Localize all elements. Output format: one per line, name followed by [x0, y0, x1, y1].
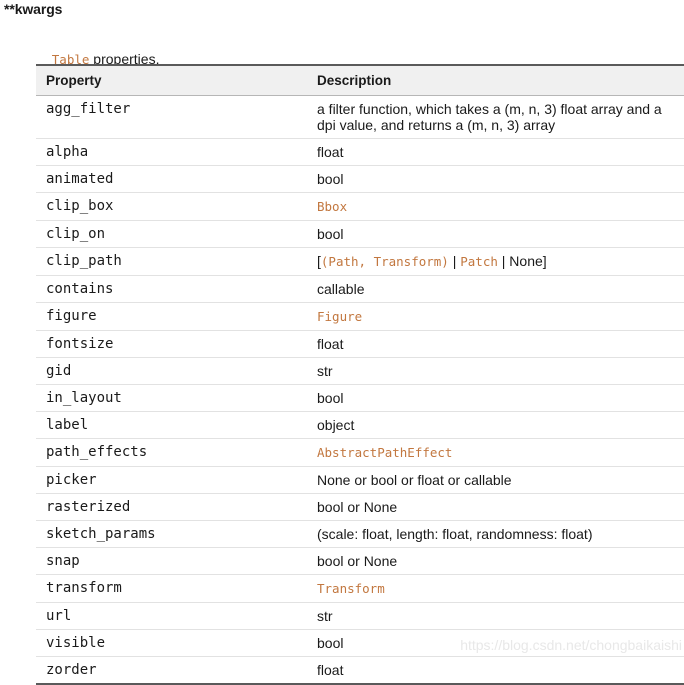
property-name[interactable]: clip_box: [36, 192, 307, 221]
table-row: clip_box Bbox: [36, 192, 684, 221]
table-body: agg_filter a filter function, which takes…: [36, 95, 684, 685]
table-header-row: Property Description: [36, 64, 684, 96]
type-link[interactable]: AbstractPathEffect: [317, 445, 452, 460]
type-link[interactable]: Figure: [317, 309, 362, 324]
table-row: in_layout bool: [36, 384, 684, 412]
table-row: snap bool or None: [36, 547, 684, 575]
property-description: bool or None: [307, 547, 684, 575]
property-description: Transform: [307, 574, 684, 603]
property-name[interactable]: transform: [36, 574, 307, 603]
property-description: float: [307, 138, 684, 166]
table-row: gid str: [36, 357, 684, 385]
property-name[interactable]: clip_on: [36, 220, 307, 248]
type-link[interactable]: (Path, Transform): [321, 254, 449, 269]
description-text: |: [448, 253, 461, 269]
property-description: str: [307, 602, 684, 630]
description-text: str: [317, 608, 333, 624]
property-description: str: [307, 357, 684, 385]
description-text: float: [317, 336, 344, 352]
property-description: float: [307, 330, 684, 358]
property-description: bool: [307, 165, 684, 193]
property-name[interactable]: snap: [36, 547, 307, 575]
table-row: alpha float: [36, 138, 684, 166]
property-description: bool: [307, 220, 684, 248]
description-text: object: [317, 417, 355, 433]
property-name[interactable]: clip_path: [36, 247, 307, 276]
kwargs-heading: **kwargs: [4, 1, 63, 17]
table-row: animated bool: [36, 165, 684, 193]
property-description: None or bool or float or callable: [307, 466, 684, 494]
property-description: callable: [307, 275, 684, 303]
property-name[interactable]: agg_filter: [36, 95, 307, 139]
table-row: clip_path [(Path, Transform) | Patch | No…: [36, 247, 684, 276]
column-header-description: Description: [307, 64, 684, 96]
property-name[interactable]: rasterized: [36, 493, 307, 521]
description-text: bool: [317, 635, 344, 651]
description-text: float: [317, 144, 344, 160]
property-description: bool: [307, 629, 684, 657]
table-row: agg_filter a filter function, which takes…: [36, 95, 684, 139]
description-text: (scale: float, length: float, randomness…: [317, 526, 593, 542]
property-name[interactable]: visible: [36, 629, 307, 657]
table-row: fontsize float: [36, 330, 684, 358]
property-name[interactable]: path_effects: [36, 438, 307, 467]
property-description: (scale: float, length: float, randomness…: [307, 520, 684, 548]
description-text: bool or None: [317, 553, 398, 569]
description-text: bool: [317, 390, 344, 406]
description-text: bool: [317, 171, 344, 187]
type-link[interactable]: Patch: [460, 254, 498, 269]
description-text: callable: [317, 281, 365, 297]
property-name[interactable]: url: [36, 602, 307, 630]
column-header-property: Property: [36, 64, 307, 96]
property-name[interactable]: figure: [36, 302, 307, 331]
property-name[interactable]: picker: [36, 466, 307, 494]
table-row: label object: [36, 411, 684, 439]
table-row: path_effects AbstractPathEffect: [36, 438, 684, 467]
table-row: url str: [36, 602, 684, 630]
table-row: visible bool: [36, 629, 684, 657]
table-row: picker None or bool or float or callable: [36, 466, 684, 494]
table-row: sketch_params (scale: float, length: floa…: [36, 520, 684, 548]
description-text: bool or None: [317, 499, 398, 515]
table-row: transform Transform: [36, 574, 684, 603]
property-description: a filter function, which takes a (m, n, …: [307, 95, 684, 139]
type-link[interactable]: Bbox: [317, 199, 347, 214]
property-description: AbstractPathEffect: [307, 438, 684, 467]
table-row: rasterized bool or None: [36, 493, 684, 521]
property-description: [(Path, Transform) | Patch | None]: [307, 247, 684, 276]
property-name[interactable]: label: [36, 411, 307, 439]
property-description: Bbox: [307, 192, 684, 221]
property-name[interactable]: alpha: [36, 138, 307, 166]
property-name[interactable]: gid: [36, 357, 307, 385]
property-name[interactable]: contains: [36, 275, 307, 303]
description-text: a filter function, which takes a (m, n, …: [317, 101, 662, 133]
table-header: Property Description: [36, 64, 684, 96]
type-link[interactable]: Transform: [317, 581, 385, 596]
description-text: bool: [317, 226, 344, 242]
table-row: clip_on bool: [36, 220, 684, 248]
description-text: str: [317, 363, 333, 379]
property-description: Figure: [307, 302, 684, 331]
description-text: | None]: [497, 253, 547, 269]
property-name[interactable]: in_layout: [36, 384, 307, 412]
properties-table: Property Description agg_filter a filter …: [36, 64, 684, 685]
property-description: bool: [307, 384, 684, 412]
description-text: None or bool or float or callable: [317, 472, 512, 488]
property-name[interactable]: animated: [36, 165, 307, 193]
table-row: contains callable: [36, 275, 684, 303]
property-description: bool or None: [307, 493, 684, 521]
property-description: object: [307, 411, 684, 439]
table-row: figure Figure: [36, 302, 684, 331]
property-name[interactable]: fontsize: [36, 330, 307, 358]
description-text: float: [317, 662, 344, 678]
property-name[interactable]: sketch_params: [36, 520, 307, 548]
